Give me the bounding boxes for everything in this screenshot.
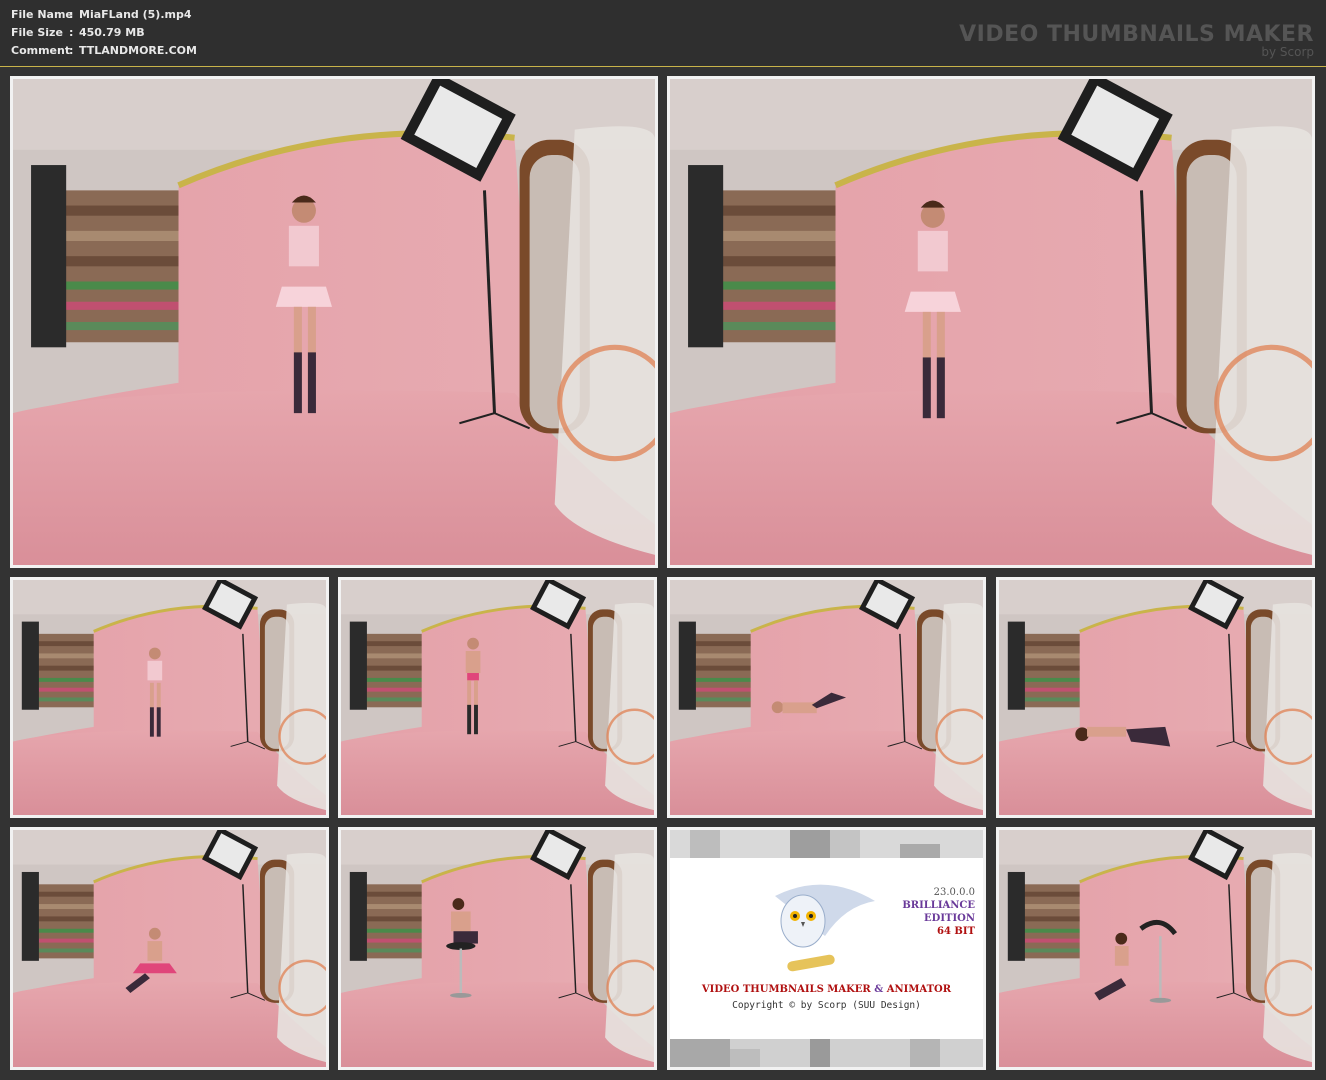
promo-title-part1: VIDEO THUMBNAILS MAKER bbox=[701, 984, 871, 995]
thumbnail-8[interactable] bbox=[338, 827, 657, 1070]
promo-copyright: Copyright © by Scorp (SUU Design) bbox=[732, 1000, 921, 1011]
thumbnail-4[interactable] bbox=[338, 577, 657, 818]
thumbnail-image bbox=[13, 830, 326, 1067]
file-name-label: File Name bbox=[11, 8, 73, 21]
thumbnail-5[interactable] bbox=[667, 577, 986, 818]
thumbnail-image bbox=[670, 79, 1312, 565]
comment-value: TTLANDMORE.COM bbox=[79, 44, 197, 57]
promo-bits: 64 BIT bbox=[937, 926, 975, 937]
thumbnail-image bbox=[13, 580, 326, 815]
promo-edition-1: BRILLIANCE bbox=[902, 900, 975, 911]
thumbnail-10[interactable] bbox=[996, 827, 1315, 1070]
file-size-label: File Size bbox=[11, 26, 63, 39]
brand-watermark: VIDEO THUMBNAILS MAKER by Scorp bbox=[959, 22, 1314, 58]
thumbnail-image bbox=[999, 580, 1312, 815]
file-size-row: File Size:450.79 MB bbox=[11, 26, 145, 42]
promo-title-part2: ANIMATOR bbox=[886, 984, 952, 995]
thumbnail-2[interactable] bbox=[667, 76, 1315, 568]
promo-version-block: 23.0.0.0 BRILLIANCE EDITION 64 BIT bbox=[902, 886, 975, 938]
promo-bottom-band bbox=[670, 1039, 983, 1067]
thumbnail-image bbox=[341, 830, 654, 1067]
thumbnail-image bbox=[670, 580, 983, 815]
comment-label: Comment bbox=[11, 44, 71, 57]
promo-title: VIDEO THUMBNAILS MAKER & ANIMATOR bbox=[670, 984, 983, 995]
thumbnail-image bbox=[341, 580, 654, 815]
separator: : bbox=[69, 44, 74, 57]
file-name-row: File Name: MiaFLand (5).mp4 bbox=[11, 8, 192, 24]
comment-row: Comment: TTLANDMORE.COM bbox=[11, 44, 197, 60]
file-name-value: MiaFLand (5).mp4 bbox=[79, 8, 192, 21]
promo-edition-2: EDITION bbox=[924, 913, 975, 924]
thumbnail-3[interactable] bbox=[10, 577, 329, 818]
thumbnail-image bbox=[999, 830, 1312, 1067]
info-header: File Name: MiaFLand (5).mp4 File Size:450… bbox=[0, 0, 1326, 67]
file-size-value: 450.79 MB bbox=[79, 26, 145, 39]
separator: : bbox=[69, 8, 74, 21]
thumbnail-7[interactable] bbox=[10, 827, 329, 1070]
promo-version: 23.0.0.0 bbox=[933, 887, 975, 898]
thumbnail-6[interactable] bbox=[996, 577, 1315, 818]
thumbnail-1[interactable] bbox=[10, 76, 658, 568]
promo-title-amp: & bbox=[870, 984, 887, 995]
promo-top-band bbox=[670, 830, 983, 858]
separator: : bbox=[69, 26, 74, 39]
owl-logo-icon bbox=[775, 884, 875, 972]
promo-card: 23.0.0.0 BRILLIANCE EDITION 64 BIT VIDEO… bbox=[667, 827, 986, 1070]
thumbnail-image bbox=[13, 79, 655, 565]
